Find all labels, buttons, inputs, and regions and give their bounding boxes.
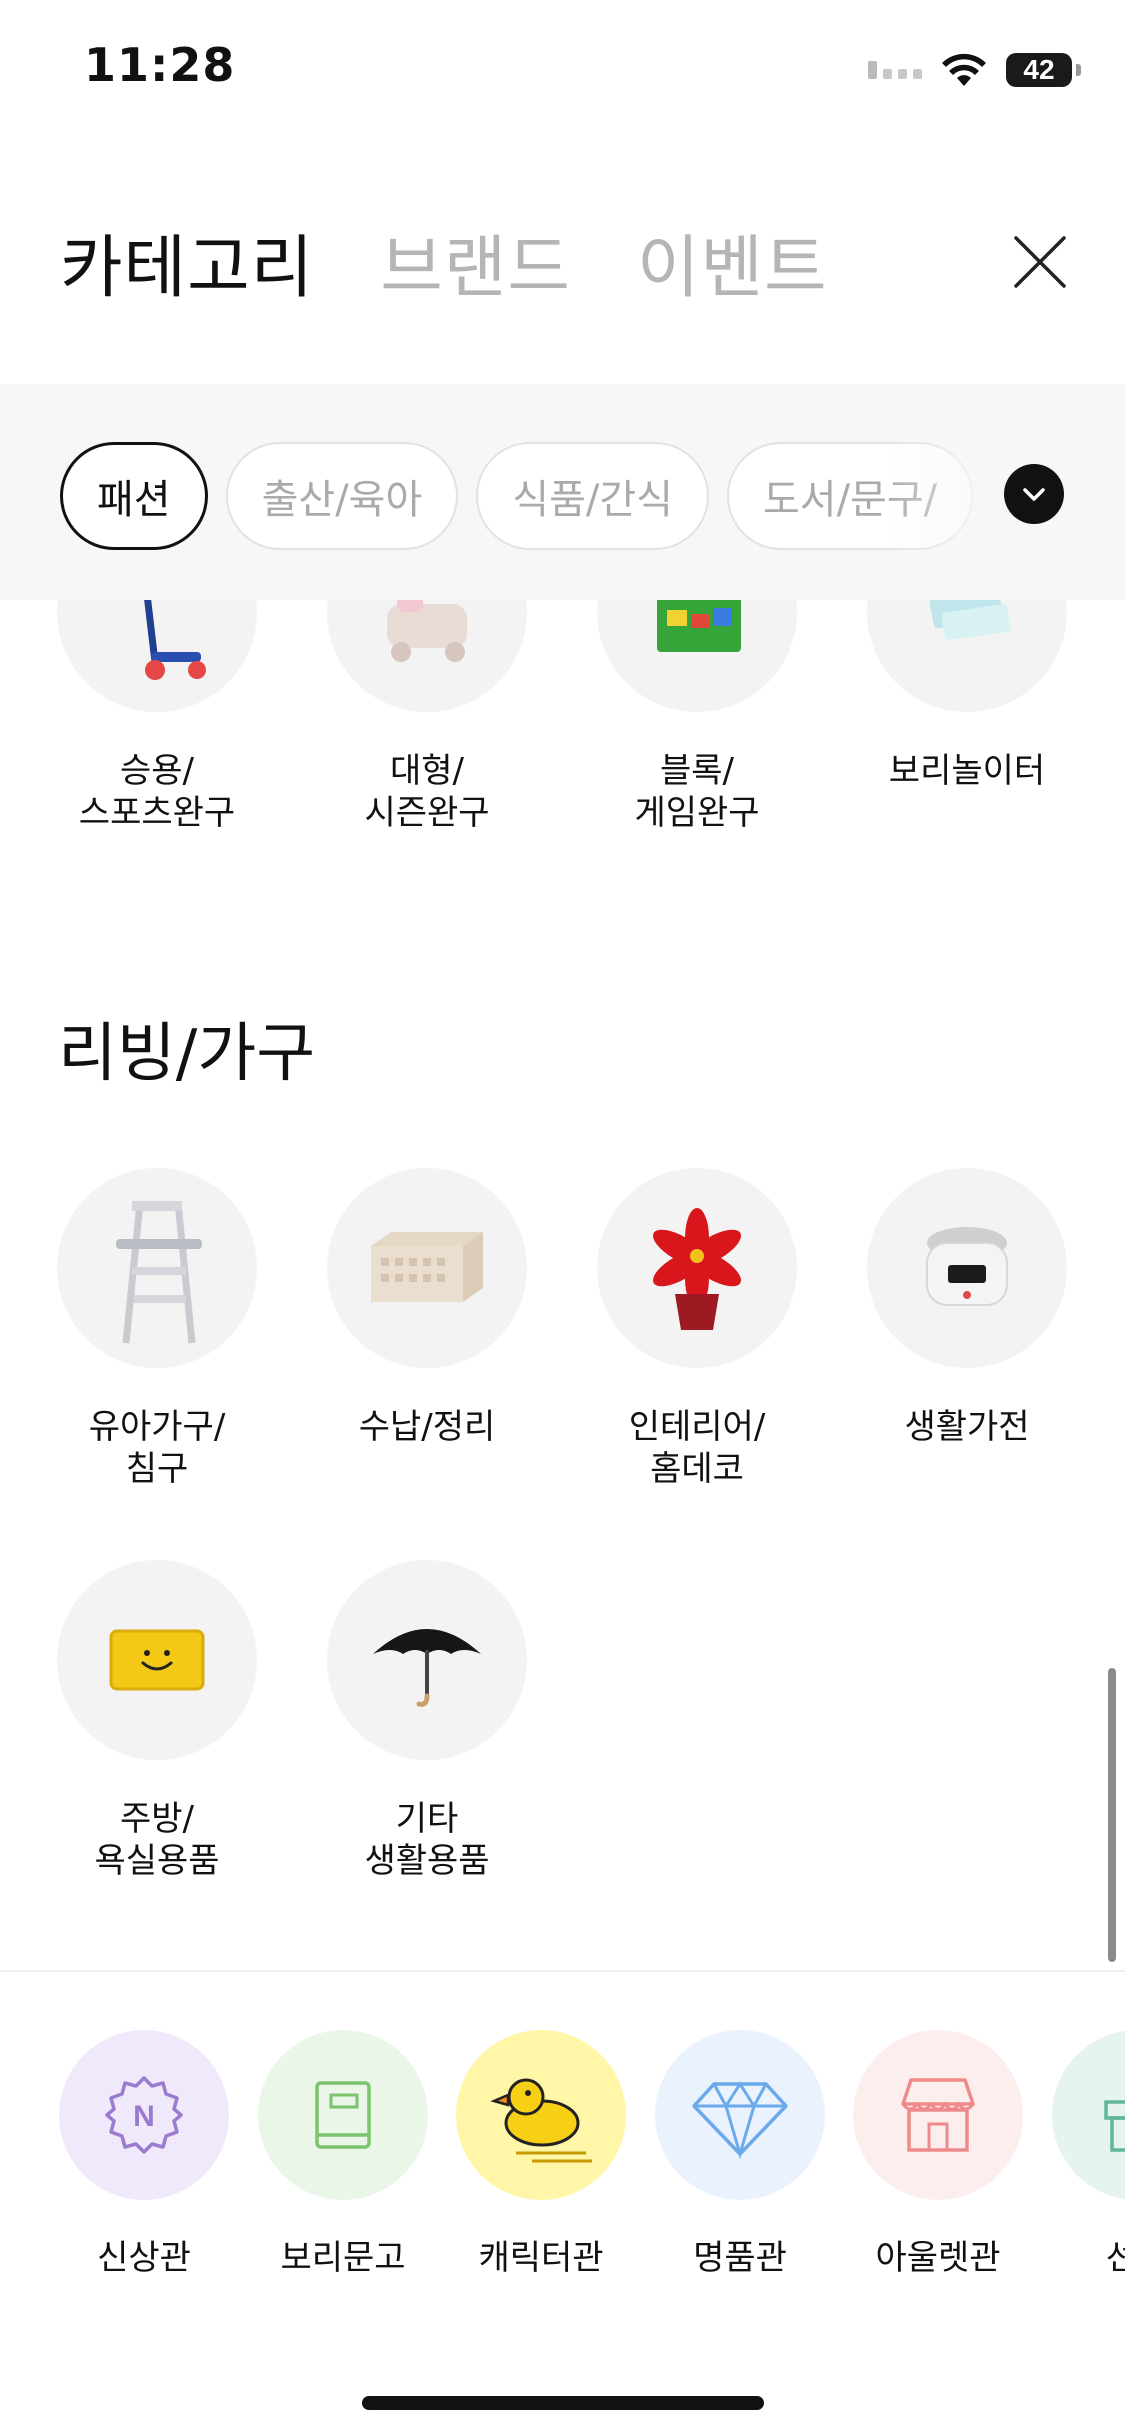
- divider: [0, 1970, 1125, 1972]
- close-icon: [1014, 236, 1066, 288]
- category-thumb: [57, 1168, 257, 1368]
- rice-cooker-icon: [926, 1227, 1008, 1306]
- new-badge-icon: N: [105, 2076, 183, 2154]
- gift-icon: [1104, 2100, 1125, 2152]
- category-item-kitchen-bath[interactable]: 주방/ 욕실용품: [22, 1560, 292, 1882]
- category-label: 기타 생활용품: [364, 1799, 490, 1881]
- shop-bori-library[interactable]: 보리문고: [243, 2030, 443, 2279]
- shop-circle: [456, 2030, 626, 2200]
- poinsettia-plant-icon: [653, 1208, 741, 1330]
- tab-event[interactable]: 이벤트: [637, 212, 828, 311]
- category-label: 보리놀이터: [888, 751, 1046, 791]
- shop-outlet[interactable]: 아울렛관: [838, 2030, 1038, 2279]
- shop-label: 선물: [1105, 2238, 1125, 2278]
- expand-chips-button[interactable]: [1004, 464, 1064, 524]
- chip-list: 패션 출산/육아 식품/간식 도서/문구/: [60, 442, 974, 550]
- shop-label: 캐릭터관: [478, 2238, 604, 2278]
- svg-text:N: N: [133, 2100, 155, 2133]
- section-title-living: 리빙/가구: [58, 1017, 316, 1091]
- book-icon: [315, 2081, 371, 2149]
- diamond-icon: [692, 2081, 788, 2160]
- shop-luxury[interactable]: 명품관: [640, 2030, 840, 2279]
- shop-gift[interactable]: 선물: [1037, 2030, 1125, 2279]
- shop-clip: 선물: [1037, 2030, 1125, 2360]
- storage-crate-icon: [371, 1232, 483, 1302]
- status-icons: 42: [868, 48, 1081, 92]
- close-button[interactable]: [1010, 232, 1070, 292]
- shop-new-arrivals[interactable]: N 신상관: [44, 2030, 244, 2279]
- category-label: 승용/ 스포츠완구: [78, 751, 236, 833]
- chip-fashion[interactable]: 패션: [60, 442, 208, 550]
- shop-label: 아울렛관: [875, 2238, 1001, 2278]
- status-bar: 11:28 42: [0, 0, 1125, 140]
- category-label: 주방/ 욕실용품: [94, 1799, 220, 1881]
- category-thumb: [867, 1168, 1067, 1368]
- shop-circle: [1052, 2030, 1125, 2200]
- category-label: 생활가전: [904, 1407, 1030, 1447]
- chip-birth-childcare[interactable]: 출산/육아: [225, 442, 459, 550]
- tab-brand[interactable]: 브랜드: [380, 212, 571, 311]
- high-chair-icon: [116, 1201, 202, 1344]
- category-item-kids-furniture[interactable]: 유아가구/ 침구: [22, 1168, 292, 1490]
- shop-circle: [258, 2030, 428, 2200]
- category-item-other-living[interactable]: 기타 생활용품: [292, 1560, 562, 1882]
- category-label: 유아가구/ 침구: [88, 1407, 226, 1489]
- duck-icon: [490, 2078, 592, 2163]
- store-icon: [901, 2078, 975, 2152]
- category-label: 블록/ 게임완구: [634, 751, 760, 833]
- category-chip-bar: 패션 출산/육아 식품/간식 도서/문구/: [0, 384, 1125, 600]
- category-thumb: [327, 1168, 527, 1368]
- top-tabs: 카테고리 브랜드 이벤트: [60, 212, 828, 311]
- category-item-appliances[interactable]: 생활가전: [832, 1168, 1102, 1448]
- shop-circle: [655, 2030, 825, 2200]
- battery-icon: 42: [1006, 53, 1072, 87]
- shop-character[interactable]: 캐릭터관: [441, 2030, 641, 2279]
- category-item-storage[interactable]: 수납/정리: [292, 1168, 562, 1448]
- smiley-tray-icon: [109, 1629, 205, 1691]
- cellular-signal-icon: [868, 61, 922, 79]
- shop-circle: N: [59, 2030, 229, 2200]
- category-thumb: [327, 1560, 527, 1760]
- battery-level: 42: [1023, 54, 1055, 85]
- tab-category[interactable]: 카테고리: [60, 212, 314, 311]
- category-thumb: [597, 1168, 797, 1368]
- scrollbar[interactable]: [1108, 1668, 1116, 1962]
- home-indicator[interactable]: [362, 2396, 764, 2410]
- category-item-interior-deco[interactable]: 인테리어/ 홈데코: [562, 1168, 832, 1490]
- category-label: 수납/정리: [358, 1407, 496, 1447]
- category-label: 대형/ 시즌완구: [364, 751, 490, 833]
- chip-food-snack[interactable]: 식품/간식: [476, 442, 709, 550]
- category-thumb: [57, 1560, 257, 1760]
- battery-cap: [1076, 64, 1081, 76]
- umbrella-icon: [373, 1629, 481, 1707]
- category-label: 인테리어/ 홈데코: [628, 1407, 766, 1489]
- shop-label: 명품관: [693, 2238, 787, 2278]
- shop-circle: [853, 2030, 1023, 2200]
- status-time: 11:28: [84, 38, 236, 92]
- shop-label: 신상관: [97, 2238, 191, 2278]
- shop-label: 보리문고: [280, 2238, 406, 2278]
- chevron-down-icon: [1023, 488, 1045, 501]
- wifi-icon: [942, 53, 986, 86]
